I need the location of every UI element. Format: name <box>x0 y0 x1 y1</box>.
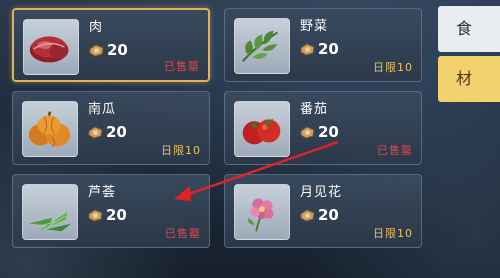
shop-item-tomato[interactable]: 番茄 20 已售罄 <box>224 91 422 165</box>
item-thumbnail <box>23 19 79 75</box>
shop-item-aloe[interactable]: 芦荟 20 已售罄 <box>12 174 210 248</box>
wild-greens-icon <box>241 30 278 63</box>
item-price: 20 <box>88 123 127 141</box>
item-name: 肉 <box>89 20 104 35</box>
shop-item-evening-primrose[interactable]: 月见花 20 日限10 <box>224 174 422 248</box>
item-name: 番茄 <box>300 102 329 117</box>
item-status: 已售罄 <box>377 144 413 157</box>
shop-screen: 肉 20 已售罄 野菜 20 日限10 南瓜 20 日限10 番茄 20 已售罄… <box>0 0 500 278</box>
item-status: 已售罄 <box>165 227 201 240</box>
item-name: 月见花 <box>300 185 343 200</box>
shop-item-wild-greens[interactable]: 野菜 20 日限10 <box>224 8 422 82</box>
item-price: 20 <box>89 41 128 59</box>
item-thumbnail <box>234 18 290 74</box>
item-price-value: 20 <box>318 123 339 141</box>
item-name: 野菜 <box>300 19 329 34</box>
aloe-icon <box>28 212 72 232</box>
item-status: 日限10 <box>373 227 413 240</box>
coin-icon <box>300 42 315 56</box>
item-thumbnail <box>22 101 78 157</box>
category-tabs: 食 材 <box>438 0 500 278</box>
pumpkin-icon <box>28 111 71 147</box>
coin-icon <box>300 125 315 139</box>
coin-icon <box>88 125 103 139</box>
item-name: 南瓜 <box>88 102 117 117</box>
item-price: 20 <box>300 40 339 58</box>
shop-item-meat[interactable]: 肉 20 已售罄 <box>12 8 210 82</box>
tab-food[interactable]: 食 <box>438 6 500 52</box>
tab-materials[interactable]: 材 <box>438 56 500 102</box>
item-status: 已售罄 <box>164 60 200 73</box>
item-price-value: 20 <box>318 206 339 224</box>
item-thumbnail <box>22 184 78 240</box>
item-thumbnail <box>234 101 290 157</box>
meat-icon <box>29 36 69 63</box>
item-price-value: 20 <box>107 41 128 59</box>
tomato-icon <box>242 118 281 145</box>
item-thumbnail <box>234 184 290 240</box>
item-status: 日限10 <box>161 144 201 157</box>
item-price: 20 <box>300 206 339 224</box>
coin-icon <box>300 208 315 222</box>
coin-icon <box>88 208 103 222</box>
item-price-value: 20 <box>106 123 127 141</box>
evening-primrose-icon <box>248 198 274 232</box>
item-status: 日限10 <box>373 61 413 74</box>
coin-icon <box>89 43 104 57</box>
item-name: 芦荟 <box>88 185 117 200</box>
shop-item-pumpkin[interactable]: 南瓜 20 日限10 <box>12 91 210 165</box>
item-price-value: 20 <box>106 206 127 224</box>
item-price-value: 20 <box>318 40 339 58</box>
item-price: 20 <box>300 123 339 141</box>
item-price: 20 <box>88 206 127 224</box>
